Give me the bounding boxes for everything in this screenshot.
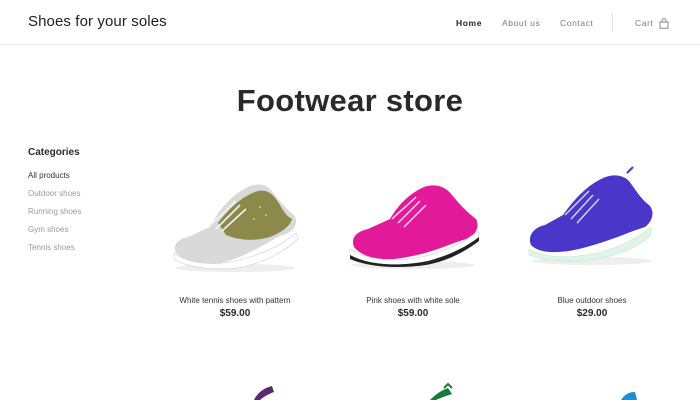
product-name: Blue outdoor shoes xyxy=(557,296,627,305)
product-name: Pink shoes with white sole xyxy=(366,296,460,305)
cart-button[interactable]: Cart xyxy=(635,16,669,30)
product-price: $59.00 xyxy=(219,308,251,319)
nav-about-us[interactable]: About us xyxy=(502,18,540,28)
nav-divider xyxy=(612,13,613,32)
category-list: All products Outdoor shoes Running shoes… xyxy=(28,171,81,261)
category-all-products[interactable]: All products xyxy=(28,171,81,189)
product-price: $59.00 xyxy=(397,308,429,319)
product-image-partial xyxy=(254,386,274,400)
product-image-partial xyxy=(621,392,637,400)
product-image xyxy=(173,184,299,272)
product-price: $29.00 xyxy=(576,308,608,319)
nav-home[interactable]: Home xyxy=(456,18,482,28)
product-card[interactable]: Pink shoes with white sole $59.00 xyxy=(338,165,488,319)
category-outdoor-shoes[interactable]: Outdoor shoes xyxy=(28,189,81,207)
top-navbar: Shoes for your soles Home About us Conta… xyxy=(0,0,700,45)
page-title: Footwear store xyxy=(236,83,464,118)
product-image-partial xyxy=(430,382,453,400)
cart-label: Cart xyxy=(635,18,654,28)
shopping-bag-icon xyxy=(659,17,669,29)
product-image xyxy=(528,166,653,265)
product-name: White tennis shoes with pattern xyxy=(179,296,291,305)
category-gym-shoes[interactable]: Gym shoes xyxy=(28,225,81,243)
brand-logo[interactable]: Shoes for your soles xyxy=(28,13,167,30)
product-card[interactable]: Blue outdoor shoes $29.00 xyxy=(517,165,667,319)
product-image xyxy=(349,185,480,269)
category-running-shoes[interactable]: Running shoes xyxy=(28,207,81,225)
nav-contact[interactable]: Contact xyxy=(560,18,594,28)
product-card[interactable]: White tennis shoes with pattern $59.00 xyxy=(160,165,310,319)
category-tennis-shoes[interactable]: Tennis shoes xyxy=(28,243,81,261)
categories-heading: Categories xyxy=(28,147,80,158)
